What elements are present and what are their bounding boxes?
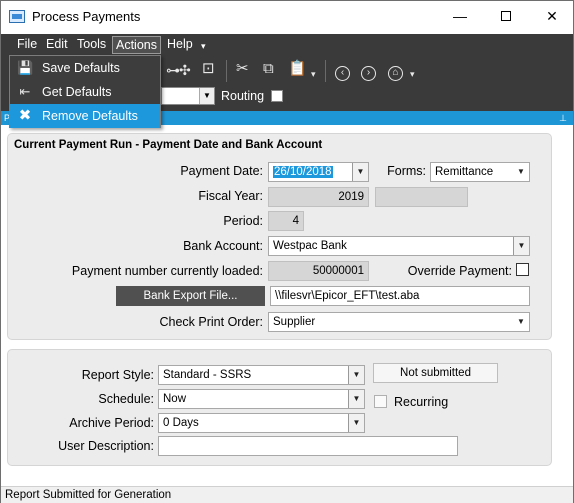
menu-help[interactable]: Help xyxy=(164,36,196,54)
check-print-order-select[interactable]: Supplier ▼ xyxy=(268,312,530,332)
bank-account-select[interactable]: Westpac Bank ▼ xyxy=(268,236,530,256)
menu-item-label: Get Defaults xyxy=(42,85,112,99)
actions-menu: 💾 Save Defaults ⇤ Get Defaults ✖ Remove … xyxy=(9,55,161,128)
process-payments-window: Process Payments — ✕ File Edit Tools Act… xyxy=(0,0,574,503)
report-style-value: Standard - SSRS xyxy=(163,369,252,381)
pin-icon[interactable]: ⊥ xyxy=(559,111,567,125)
chevron-down-icon[interactable]: ▼ xyxy=(199,88,214,104)
toolbar-separator xyxy=(325,60,326,82)
chevron-down-icon[interactable]: ▼ xyxy=(513,237,529,255)
next-icon[interactable]: › xyxy=(361,61,376,81)
user-description-field[interactable] xyxy=(158,436,458,456)
bank-account-label: Bank Account: xyxy=(183,239,263,253)
maximize-icon xyxy=(501,11,511,21)
menu-file[interactable]: File xyxy=(14,36,40,54)
minimize-button[interactable]: — xyxy=(437,1,483,33)
bank-export-path-field[interactable]: \\filesvr\Epicor_EFT\test.aba xyxy=(270,286,530,306)
archive-period-value: 0 Days xyxy=(163,417,199,429)
app-icon xyxy=(9,10,25,23)
close-button[interactable]: ✕ xyxy=(529,1,574,33)
archive-period-label: Archive Period: xyxy=(69,416,154,430)
chevron-down-icon[interactable]: ▼ xyxy=(513,313,529,331)
home-icon[interactable]: ⌂ xyxy=(388,61,403,81)
menu-actions[interactable]: Actions xyxy=(112,36,161,54)
report-style-label: Report Style: xyxy=(81,368,154,382)
title-bar: Process Payments — ✕ xyxy=(1,1,573,33)
forms-label: Forms: xyxy=(387,164,426,178)
nav-chevron-icon[interactable]: ▾ xyxy=(410,65,415,83)
attach-icon[interactable]: ⊶ xyxy=(166,61,180,79)
forms-value: Remittance xyxy=(435,166,494,178)
chevron-down-icon[interactable]: ▼ xyxy=(348,390,364,408)
maximize-button[interactable] xyxy=(483,1,529,33)
check-print-order-label: Check Print Order: xyxy=(159,315,263,329)
toolbar-separator xyxy=(226,60,227,82)
menu-item-save-defaults[interactable]: 💾 Save Defaults xyxy=(10,56,160,80)
move-icon[interactable]: ✣ xyxy=(179,61,191,79)
export-icon[interactable]: ⊡ xyxy=(202,60,215,78)
fiscal-year-suffix-field xyxy=(375,187,468,207)
payment-date-label: Payment Date: xyxy=(180,164,263,178)
override-payment-checkbox[interactable] xyxy=(516,263,529,276)
paste-chevron-icon[interactable]: ▾ xyxy=(311,65,316,83)
chevron-down-icon[interactable]: ▼ xyxy=(513,163,529,181)
menu-item-label: Save Defaults xyxy=(42,61,120,75)
user-description-label: User Description: xyxy=(58,439,154,453)
recurring-label: Recurring xyxy=(394,395,449,409)
save-icon: 💾 xyxy=(17,60,34,75)
bank-export-file-button[interactable]: Bank Export File... xyxy=(116,286,265,306)
payment-number-field: 50000001 xyxy=(268,261,369,281)
menu-item-get-defaults[interactable]: ⇤ Get Defaults xyxy=(10,80,160,104)
routing-checkbox[interactable] xyxy=(271,90,283,102)
archive-period-select[interactable]: 0 Days ▼ xyxy=(158,413,365,433)
menu-item-label: Remove Defaults xyxy=(42,109,138,123)
schedule-label: Schedule: xyxy=(98,392,154,406)
override-payment-label: Override Payment: xyxy=(407,264,512,278)
previous-icon[interactable]: ‹ xyxy=(335,61,350,81)
report-status-badge: Not submitted xyxy=(373,363,498,383)
report-style-select[interactable]: Standard - SSRS ▼ xyxy=(158,365,365,385)
menu-bar: File Edit Tools Actions Help ▾ xyxy=(1,34,573,56)
menu-edit[interactable]: Edit xyxy=(43,36,71,54)
payment-date-value: 26/10/2018 xyxy=(273,166,333,178)
menu-item-remove-defaults[interactable]: ✖ Remove Defaults xyxy=(10,104,160,128)
schedule-select[interactable]: Now ▼ xyxy=(158,389,365,409)
chevron-down-icon[interactable]: ▼ xyxy=(348,366,364,384)
cut-icon[interactable]: ✂ xyxy=(236,60,249,78)
routing-label: Routing xyxy=(221,89,265,103)
help-chevron-icon[interactable]: ▾ xyxy=(198,38,209,56)
recurring-checkbox[interactable] xyxy=(374,395,387,408)
period-label: Period: xyxy=(223,214,263,228)
chevron-down-icon[interactable]: ▼ xyxy=(348,414,364,432)
schedule-value: Now xyxy=(163,393,187,405)
remove-icon: ✖ xyxy=(18,107,32,124)
bank-account-value: Westpac Bank xyxy=(273,240,347,252)
period-field: 4 xyxy=(268,211,304,231)
copy-icon[interactable]: ⧉ xyxy=(263,60,274,78)
get-defaults-icon: ⇤ xyxy=(19,84,31,99)
payment-date-field[interactable]: 26/10/2018 ▼ xyxy=(268,162,369,182)
chevron-down-icon[interactable]: ▼ xyxy=(352,163,368,181)
check-print-order-value: Supplier xyxy=(273,316,316,328)
forms-select[interactable]: Remittance ▼ xyxy=(430,162,530,182)
paste-icon[interactable]: 📋 xyxy=(288,60,307,78)
payment-number-label: Payment number currently loaded: xyxy=(71,264,263,278)
menu-tools[interactable]: Tools xyxy=(74,36,109,54)
main-content: Current Payment Run - Payment Date and B… xyxy=(1,125,573,486)
status-bar: Report Submitted for Generation xyxy=(1,486,573,503)
fiscal-year-field: 2019 xyxy=(268,187,369,207)
panel-title: Current Payment Run - Payment Date and B… xyxy=(14,139,323,151)
toolbar-combo[interactable]: ▼ xyxy=(161,87,215,105)
window-title: Process Payments xyxy=(32,9,141,24)
fiscal-year-label: Fiscal Year: xyxy=(198,189,263,203)
